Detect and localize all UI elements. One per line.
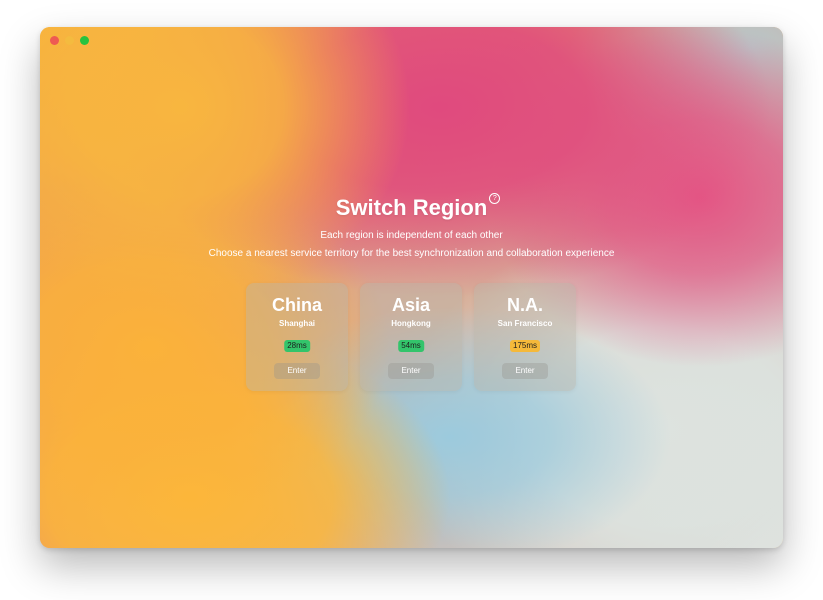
enter-button-china[interactable]: Enter [274,363,320,379]
region-city: Shanghai [278,319,315,328]
latency-badge: 175ms [509,340,541,352]
enter-button-na[interactable]: Enter [502,363,548,379]
region-cards: China Shanghai 28ms Enter Asia Hongkong … [246,283,576,391]
window-controls [50,36,89,45]
title-row: Switch Region? [40,193,783,221]
latency-badge: 28ms [284,340,310,352]
zoom-button[interactable] [80,36,89,45]
latency-badge: 54ms [398,340,424,352]
region-city: Hongkong [391,319,431,328]
question-circle-icon[interactable]: ? [489,193,501,204]
region-card-asia[interactable]: Asia Hongkong 54ms Enter [360,283,462,391]
window-background: Switch Region? Each region is independen… [40,27,783,548]
app-window: Switch Region? Each region is independen… [40,27,783,548]
subtitle-independent: Each region is independent of each other [320,230,503,241]
subtitle-choose: Choose a nearest service territory for t… [208,248,615,259]
minimize-button[interactable] [65,36,74,45]
region-card-na[interactable]: N.A. San Francisco 175ms Enter [474,283,576,391]
region-name: N.A. [507,295,543,315]
page-title-text: Switch Region [335,195,488,220]
region-card-china[interactable]: China Shanghai 28ms Enter [246,283,348,391]
region-city: San Francisco [497,319,553,328]
close-button[interactable] [50,36,59,45]
enter-button-asia[interactable]: Enter [388,363,434,379]
region-name: Asia [391,295,431,315]
region-name: China [271,295,322,315]
page-title: Switch Region? [335,193,501,221]
